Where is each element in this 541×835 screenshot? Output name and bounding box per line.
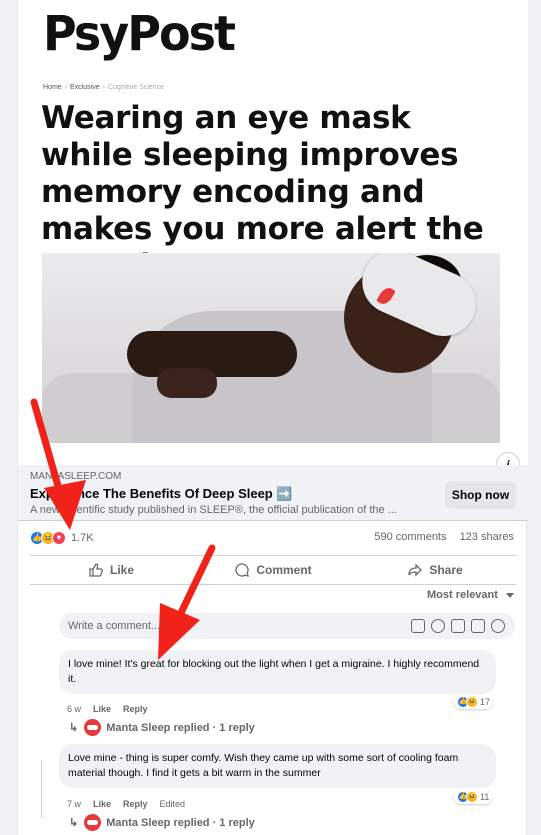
comment-reply-link[interactable]: Reply: [123, 799, 148, 809]
breadcrumb-exclusive: Exclusive: [70, 84, 100, 91]
link-title[interactable]: Experience The Benefits Of Deep Sleep ➡️: [30, 486, 293, 502]
link-preview[interactable]: MANTASLEEP.COM Experience The Benefits O…: [18, 465, 528, 521]
comment-reactions[interactable]: 👍 😆 17: [454, 695, 494, 709]
view-replies-link[interactable]: ↳ Manta Sleep replied · 1 reply: [69, 719, 255, 736]
manta-sleep-avatar: [84, 719, 102, 736]
comment-meta: 7 w Like Reply Edited: [67, 799, 185, 809]
post-card: PsyPost Home › Exclusive › Cognitive Science…: [17, 0, 528, 835]
ad-creative-image[interactable]: PsyPost Home › Exclusive › Cognitive Science…: [18, 0, 528, 465]
reply-arrow-icon: ↳: [69, 722, 79, 734]
comment-text: I love mine! It's great for blocking out…: [68, 658, 480, 685]
gif-icon[interactable]: [471, 619, 485, 633]
comment-age[interactable]: 7 w: [67, 799, 81, 809]
breadcrumb-category: Cognitive Science: [107, 84, 164, 91]
brand-logo: PsyPost: [43, 4, 236, 62]
thumbs-up-icon: [89, 563, 103, 577]
reply-arrow-icon: ↳: [69, 817, 79, 829]
link-subtitle: A new scientific study published in SLEE…: [30, 504, 397, 516]
reaction-count: 1.7K: [71, 532, 94, 544]
reply-summary: Manta Sleep replied · 1 reply: [106, 816, 255, 829]
emoji-icon[interactable]: [431, 619, 445, 633]
comment-reaction-count: 17: [480, 697, 491, 707]
comment-input-placeholder: Write a comment...: [68, 620, 161, 632]
thread-line: [41, 760, 42, 818]
comment-edited-label: Edited: [159, 799, 186, 809]
view-replies-link[interactable]: ↳ Manta Sleep replied · 1 reply: [69, 814, 255, 831]
like-button[interactable]: Like: [30, 556, 192, 584]
breadcrumb: Home › Exclusive › Cognitive Science: [43, 84, 164, 91]
engagement-stats: 590 comments 123 shares: [364, 531, 514, 543]
comment-bubble[interactable]: I love mine! It's great for blocking out…: [59, 650, 496, 694]
haha-reaction-icon: 😆: [466, 791, 478, 803]
camera-icon[interactable]: [451, 619, 465, 633]
comment-reactions[interactable]: 👍 😆 11: [454, 790, 493, 804]
composer-tools: [411, 619, 505, 633]
comment-button-label: Comment: [256, 563, 312, 577]
comment-bubble[interactable]: Love mine - thing is super comfy. Wish t…: [59, 744, 496, 788]
sort-label: Most relevant: [427, 589, 498, 601]
comment-meta: 6 w Like Reply: [67, 704, 148, 714]
comment-sort-dropdown[interactable]: Most relevant: [427, 589, 514, 601]
shop-now-button[interactable]: Shop now: [445, 481, 516, 509]
comment-input[interactable]: Write a comment...: [59, 613, 515, 639]
shares-count-link[interactable]: 123 shares: [460, 531, 514, 543]
breadcrumb-home: Home: [43, 84, 62, 91]
comments-count-link[interactable]: 590 comments: [374, 531, 446, 543]
ad-photo-man-sleeping-with-eye-mask: [42, 253, 500, 443]
haha-reaction-icon: 😆: [466, 696, 478, 708]
manta-sleep-avatar: [84, 814, 102, 831]
caret-down-icon: [506, 592, 514, 598]
avatar-sticker-icon[interactable]: [411, 619, 425, 633]
post-action-bar: Like Comment Share: [30, 555, 516, 585]
reply-summary: Manta Sleep replied · 1 reply: [106, 721, 255, 734]
link-domain: MANTASLEEP.COM: [30, 471, 122, 482]
comment-like-link[interactable]: Like: [93, 704, 111, 714]
comment-button[interactable]: Comment: [192, 556, 354, 584]
comment-like-link[interactable]: Like: [93, 799, 111, 809]
comment-text: Love mine - thing is super comfy. Wish t…: [68, 752, 459, 779]
share-button-label: Share: [429, 563, 463, 577]
comment-age[interactable]: 6 w: [67, 704, 81, 714]
comment-bubble-icon: [235, 563, 250, 577]
comment-reaction-count: 11: [480, 792, 490, 802]
sticker-icon[interactable]: [491, 619, 505, 633]
reaction-summary[interactable]: 👍 😆 ♥ 1.7K: [30, 529, 94, 547]
love-reaction-icon: ♥: [52, 531, 66, 545]
like-button-label: Like: [109, 563, 134, 577]
share-button[interactable]: Share: [354, 556, 516, 584]
comment-reply-link[interactable]: Reply: [123, 704, 148, 714]
share-arrow-icon: [408, 563, 423, 577]
